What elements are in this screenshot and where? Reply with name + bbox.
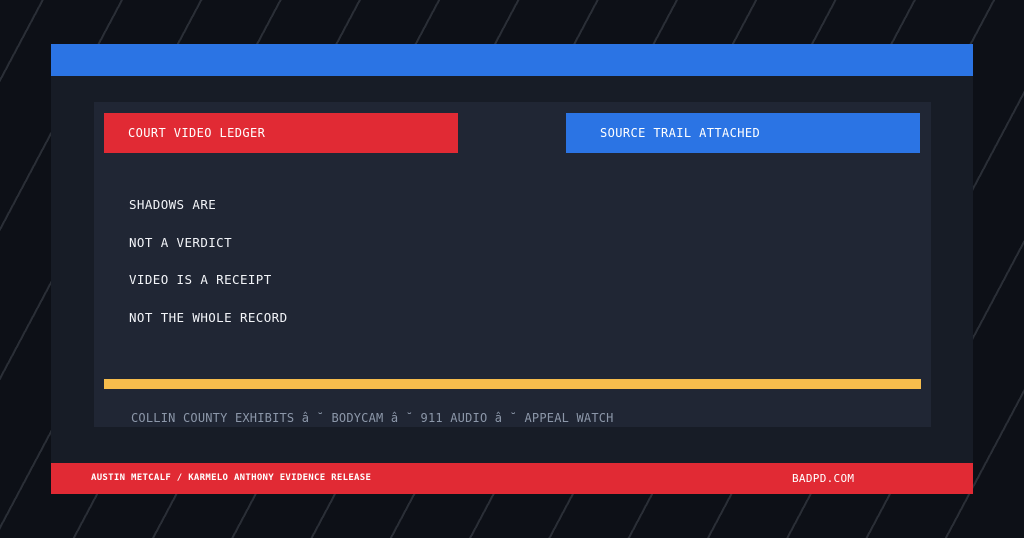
yellow-divider: [104, 379, 921, 389]
court-video-ledger-label: COURT VIDEO LEDGER: [128, 126, 266, 140]
statement-line: VIDEO IS A RECEIPT: [129, 272, 272, 287]
statement-line: NOT A VERDICT: [129, 234, 233, 250]
statement-lines: SHADOWS ARE NOT A VERDICT VIDEO IS A REC…: [129, 195, 288, 345]
statement-line: NOT THE WHOLE RECORD: [129, 309, 288, 325]
top-accent-bar: [51, 44, 973, 76]
statement-line: SHADOWS ARE: [129, 197, 217, 212]
card-frame: COURT VIDEO LEDGER SOURCE TRAIL ATTACHED…: [51, 44, 973, 494]
evidence-release-caption: AUSTIN METCALF / KARMELO ANTHONY EVIDENC…: [91, 473, 372, 483]
content-panel: COURT VIDEO LEDGER SOURCE TRAIL ATTACHED…: [94, 102, 931, 427]
source-trail-tag: SOURCE TRAIL ATTACHED: [566, 113, 920, 153]
bottom-banner: AUSTIN METCALF / KARMELO ANTHONY EVIDENC…: [51, 463, 973, 494]
exhibits-line: COLLIN COUNTY EXHIBITS â ˘ BODYCAM â ˘ 9…: [131, 411, 614, 425]
court-video-ledger-tag: COURT VIDEO LEDGER: [104, 113, 458, 153]
source-trail-label: SOURCE TRAIL ATTACHED: [600, 126, 761, 140]
site-link[interactable]: BADPD.COM: [792, 463, 854, 494]
